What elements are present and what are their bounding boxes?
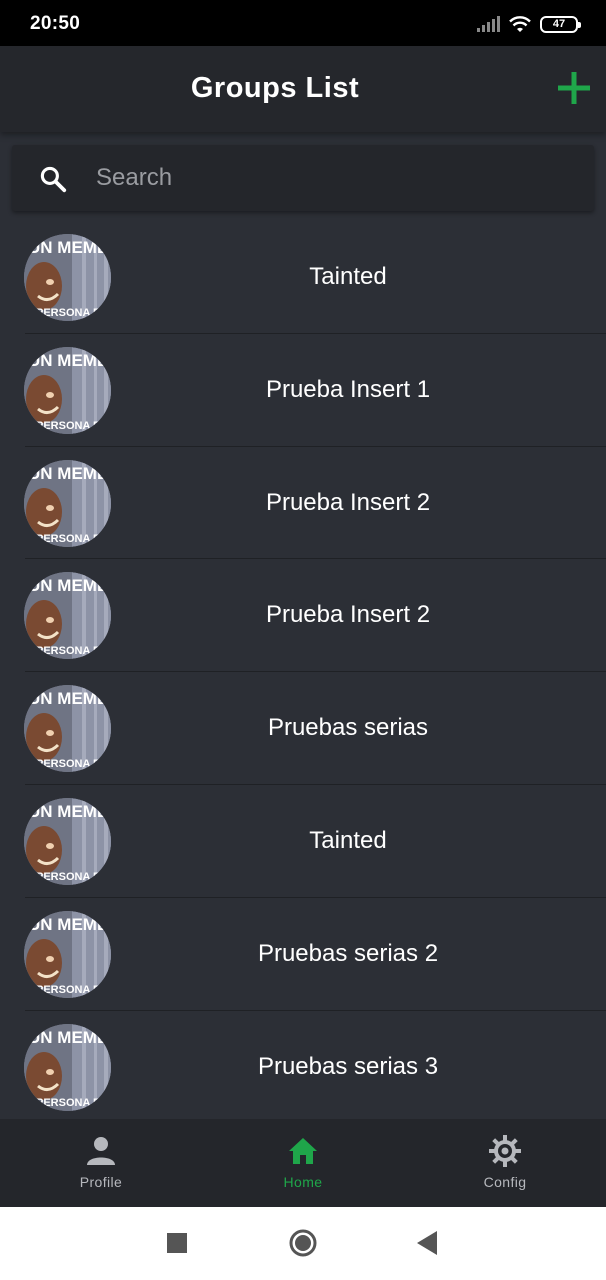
status-bar: 20:50 47 bbox=[0, 0, 606, 46]
person-icon bbox=[87, 1137, 115, 1165]
search-icon[interactable] bbox=[38, 164, 68, 194]
battery-level: 47 bbox=[552, 18, 566, 30]
battery-icon: 47 bbox=[540, 15, 581, 33]
back-icon[interactable] bbox=[417, 1231, 437, 1255]
status-icons: 47 bbox=[476, 14, 581, 34]
group-list-item[interactable]: UN MEME PERSONA E Prueba Insert 2 bbox=[0, 559, 606, 672]
group-list: UN MEME PERSONA E Tainted UN MEME PERSON… bbox=[0, 221, 606, 1119]
nav-item-profile[interactable]: Profile bbox=[0, 1119, 202, 1207]
group-list-item[interactable]: UN MEME PERSONA E Pruebas serias bbox=[0, 672, 606, 785]
gear-icon bbox=[489, 1135, 521, 1167]
system-navigation-bar bbox=[0, 1207, 606, 1280]
page-title: Groups List bbox=[190, 72, 360, 104]
nav-label-home: Home bbox=[283, 1174, 323, 1190]
group-name: Prueba Insert 2 bbox=[265, 601, 431, 629]
signal-icon bbox=[477, 16, 500, 32]
group-list-item[interactable]: UN MEME PERSONA E Prueba Insert 1 bbox=[0, 334, 606, 447]
recent-apps-icon[interactable] bbox=[167, 1233, 187, 1253]
nav-label-profile: Profile bbox=[79, 1174, 123, 1190]
group-list-item[interactable]: UN MEME PERSONA E Pruebas serias 2 bbox=[0, 898, 606, 1011]
bottom-navigation: Profile Home Config bbox=[0, 1119, 606, 1207]
group-name: Prueba Insert 1 bbox=[265, 375, 431, 403]
app-bar: Groups List bbox=[0, 46, 606, 132]
plus-icon bbox=[558, 72, 590, 104]
group-name: Pruebas serias 2 bbox=[257, 939, 439, 967]
status-time: 20:50 bbox=[30, 13, 81, 34]
nav-label-config: Config bbox=[483, 1174, 527, 1190]
group-list-item[interactable]: UN MEME PERSONA E Tainted bbox=[0, 785, 606, 898]
group-list-item[interactable]: UN MEME PERSONA E Prueba Insert 2 bbox=[0, 447, 606, 560]
nav-item-config[interactable]: Config bbox=[404, 1119, 606, 1207]
group-name: Prueba Insert 2 bbox=[265, 488, 431, 516]
group-list-item[interactable]: UN MEME PERSONA E Tainted bbox=[0, 221, 606, 334]
home-icon bbox=[289, 1138, 317, 1164]
group-name: Tainted bbox=[309, 826, 387, 854]
group-name: Pruebas serias 3 bbox=[257, 1052, 439, 1080]
home-circle-icon[interactable] bbox=[289, 1229, 317, 1257]
add-group-button[interactable] bbox=[556, 70, 592, 106]
search-bar bbox=[12, 145, 594, 211]
wifi-icon bbox=[509, 16, 531, 32]
group-list-item[interactable]: UN MEME PERSONA E Pruebas serias 3 bbox=[0, 1011, 606, 1119]
group-name: Tainted bbox=[309, 263, 387, 290]
nav-item-home[interactable]: Home bbox=[202, 1119, 404, 1207]
search-input[interactable] bbox=[96, 157, 576, 199]
group-name: Pruebas serias bbox=[267, 714, 429, 742]
